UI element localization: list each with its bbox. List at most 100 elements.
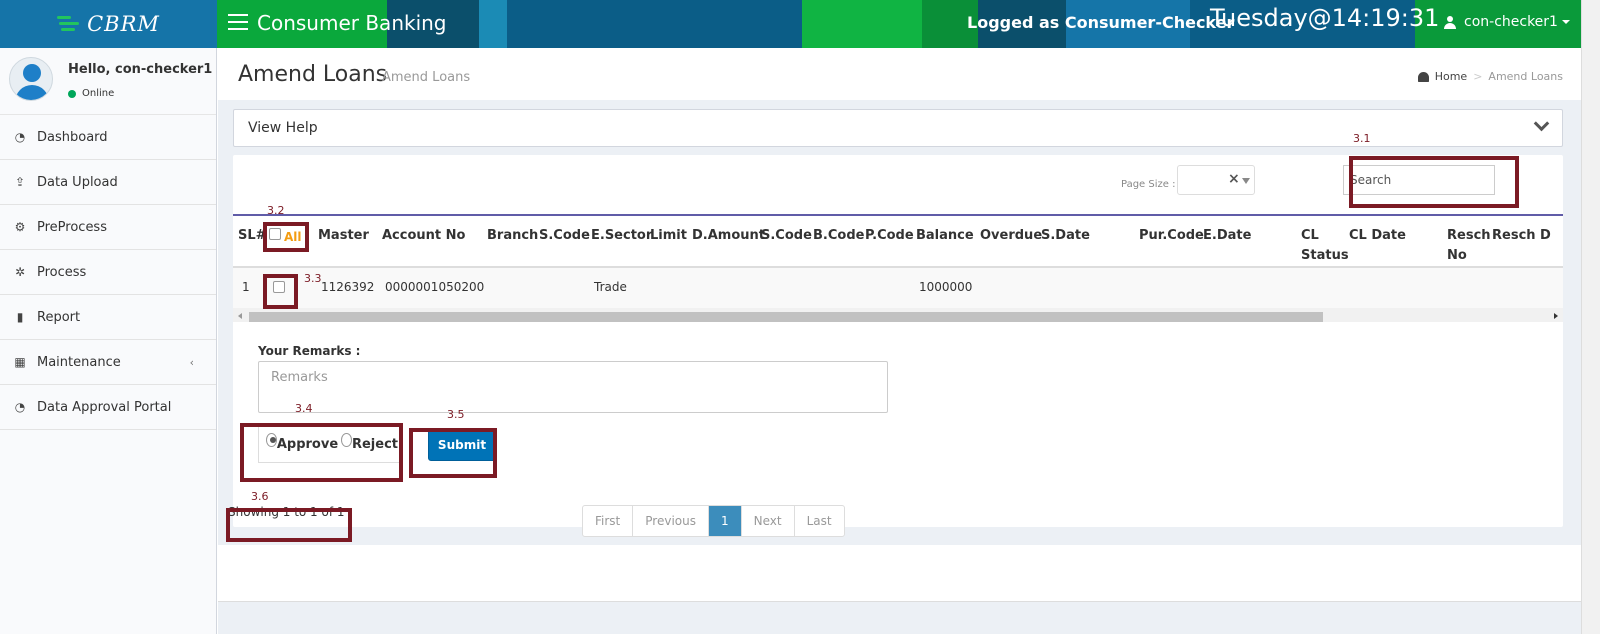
- user-menu[interactable]: con-checker1: [1444, 14, 1570, 30]
- column-header: Master: [318, 228, 369, 243]
- chevron-down-icon[interactable]: [1534, 118, 1548, 132]
- page-next-button[interactable]: Next: [742, 506, 795, 536]
- logged-as-text: Logged as Consumer-Checker: [967, 13, 1235, 32]
- logo-text: CBRM: [87, 12, 160, 36]
- scroll-right-icon[interactable]: [1554, 313, 1558, 319]
- online-status: Online: [68, 88, 114, 99]
- upload-icon: ⇪: [14, 175, 26, 189]
- page-previous-button[interactable]: Previous: [633, 506, 709, 536]
- user-panel: Hello, con-checker1 Online: [0, 48, 216, 115]
- gear-icon: ✲: [14, 265, 26, 279]
- sidebar-item-label: Data Upload: [37, 174, 118, 190]
- page-last-button[interactable]: Last: [795, 506, 844, 536]
- user-icon: [1444, 15, 1456, 29]
- column-header: Resch No: [1447, 228, 1491, 263]
- annotation-box: [263, 222, 309, 252]
- column-header: P.Code: [865, 228, 914, 243]
- column-header: S.Date: [1041, 228, 1090, 243]
- breadcrumb: Home > Amend Loans: [1417, 70, 1563, 83]
- column-header: Pur.Code: [1139, 228, 1204, 243]
- dropdown-arrow-icon: [1242, 178, 1250, 184]
- grid-icon: ▦: [14, 355, 26, 369]
- table-row[interactable]: 1 1126392 0000001050200 Trade 1000000: [233, 268, 1563, 308]
- annotation-box: [226, 508, 352, 542]
- horizontal-scrollbar[interactable]: [233, 308, 1563, 322]
- header-strip: [802, 0, 922, 48]
- chevron-left-icon: ‹: [189, 355, 194, 369]
- annotation-box: [409, 428, 497, 478]
- annotation-label: 3.5: [447, 408, 465, 421]
- page-title: Amend Loans: [238, 62, 388, 87]
- bar-chart-icon: ▮: [16, 310, 24, 324]
- column-header: CL Date: [1349, 228, 1406, 243]
- table-header: SL# All Master Account No Branch S.Code …: [233, 216, 1563, 268]
- column-header: S.Code: [761, 228, 812, 243]
- vertical-scrollbar[interactable]: [1581, 0, 1600, 634]
- page-size-label: Page Size :: [1121, 179, 1176, 190]
- annotation-label: 3.6: [251, 490, 269, 503]
- clear-icon[interactable]: ×: [1228, 171, 1240, 187]
- gears-icon: ⚙: [14, 220, 26, 234]
- menu-toggle-button[interactable]: [228, 14, 248, 32]
- page-1-button[interactable]: 1: [708, 506, 742, 536]
- cell-e-sector: Trade: [594, 280, 627, 294]
- logo-icon: [57, 13, 80, 35]
- column-header: Branch: [487, 228, 539, 243]
- online-label: Online: [82, 88, 115, 99]
- page-size-select[interactable]: ×: [1177, 165, 1255, 195]
- loans-table: SL# All Master Account No Branch S.Code …: [233, 214, 1563, 322]
- greeting: Hello, con-checker1: [68, 62, 213, 77]
- annotation-label: 3.4: [295, 402, 313, 415]
- column-header: Resch D: [1492, 228, 1551, 243]
- header-strip: [507, 0, 802, 48]
- column-header: Limit: [650, 228, 687, 243]
- content-header: Amend Loans Amend Loans Home > Amend Loa…: [218, 48, 1581, 100]
- column-header: Overdue: [980, 228, 1043, 243]
- sidebar-item-maintenance[interactable]: ▦ Maintenance ‹: [0, 340, 216, 385]
- scroll-left-icon[interactable]: [238, 313, 242, 319]
- annotation-label: 3.1: [1353, 132, 1371, 145]
- annotation-label: 3.3: [304, 272, 322, 285]
- sidebar-item-dashboard[interactable]: ◔ Dashboard: [0, 115, 216, 160]
- help-title: View Help: [248, 120, 318, 136]
- sidebar-item-label: Dashboard: [37, 129, 108, 145]
- column-header: Balance: [916, 228, 974, 243]
- avatar: [9, 57, 53, 101]
- sidebar-item-process[interactable]: ✲ Process: [0, 250, 216, 295]
- cell-balance: 1000000: [919, 280, 973, 294]
- breadcrumb-current: Amend Loans: [1488, 70, 1563, 83]
- column-header: CL Status: [1301, 228, 1349, 263]
- scrollbar-thumb[interactable]: [249, 312, 1323, 322]
- content-area: Amend Loans Amend Loans Home > Amend Loa…: [218, 48, 1581, 634]
- clock: Tuesday@14:19:31: [1210, 4, 1440, 32]
- sidebar-item-data-upload[interactable]: ⇪ Data Upload: [0, 160, 216, 205]
- cell-master: 1126392: [321, 280, 375, 294]
- column-header: D.Amount: [692, 228, 765, 243]
- pagination-panel: [218, 545, 1581, 602]
- breadcrumb-home[interactable]: Home: [1435, 70, 1467, 83]
- app-title: Consumer Banking: [257, 11, 447, 35]
- annotation-box: [240, 423, 403, 482]
- sidebar-item-preprocess[interactable]: ⚙ PreProcess: [0, 205, 216, 250]
- sidebar-item-label: Maintenance: [37, 354, 121, 370]
- breadcrumb-separator: >: [1473, 70, 1483, 83]
- annotation-label: 3.2: [267, 204, 285, 217]
- top-header: CBRM Consumer Banking Logged as Consumer…: [0, 0, 1581, 48]
- page-first-button[interactable]: First: [583, 506, 634, 536]
- sidebar-item-label: Data Approval Portal: [37, 399, 172, 415]
- sidebar-item-label: Report: [37, 309, 81, 325]
- logo[interactable]: CBRM: [0, 0, 217, 48]
- remarks-textarea[interactable]: [258, 361, 888, 413]
- column-header: Account No: [382, 228, 466, 243]
- online-dot-icon: [68, 89, 76, 98]
- pagination: First Previous 1 Next Last: [582, 505, 845, 537]
- annotation-box: [263, 274, 298, 309]
- header-strip: [479, 0, 507, 48]
- sidebar-item-report[interactable]: ▮ Report: [0, 295, 216, 340]
- column-header: B.Code: [813, 228, 865, 243]
- page-subtitle: Amend Loans: [382, 70, 471, 85]
- annotation-box: [1349, 156, 1519, 208]
- cell-sl: 1: [242, 280, 250, 294]
- dashboard-icon: [1417, 71, 1429, 82]
- sidebar-item-data-approval-portal[interactable]: ◔ Data Approval Portal: [0, 385, 216, 430]
